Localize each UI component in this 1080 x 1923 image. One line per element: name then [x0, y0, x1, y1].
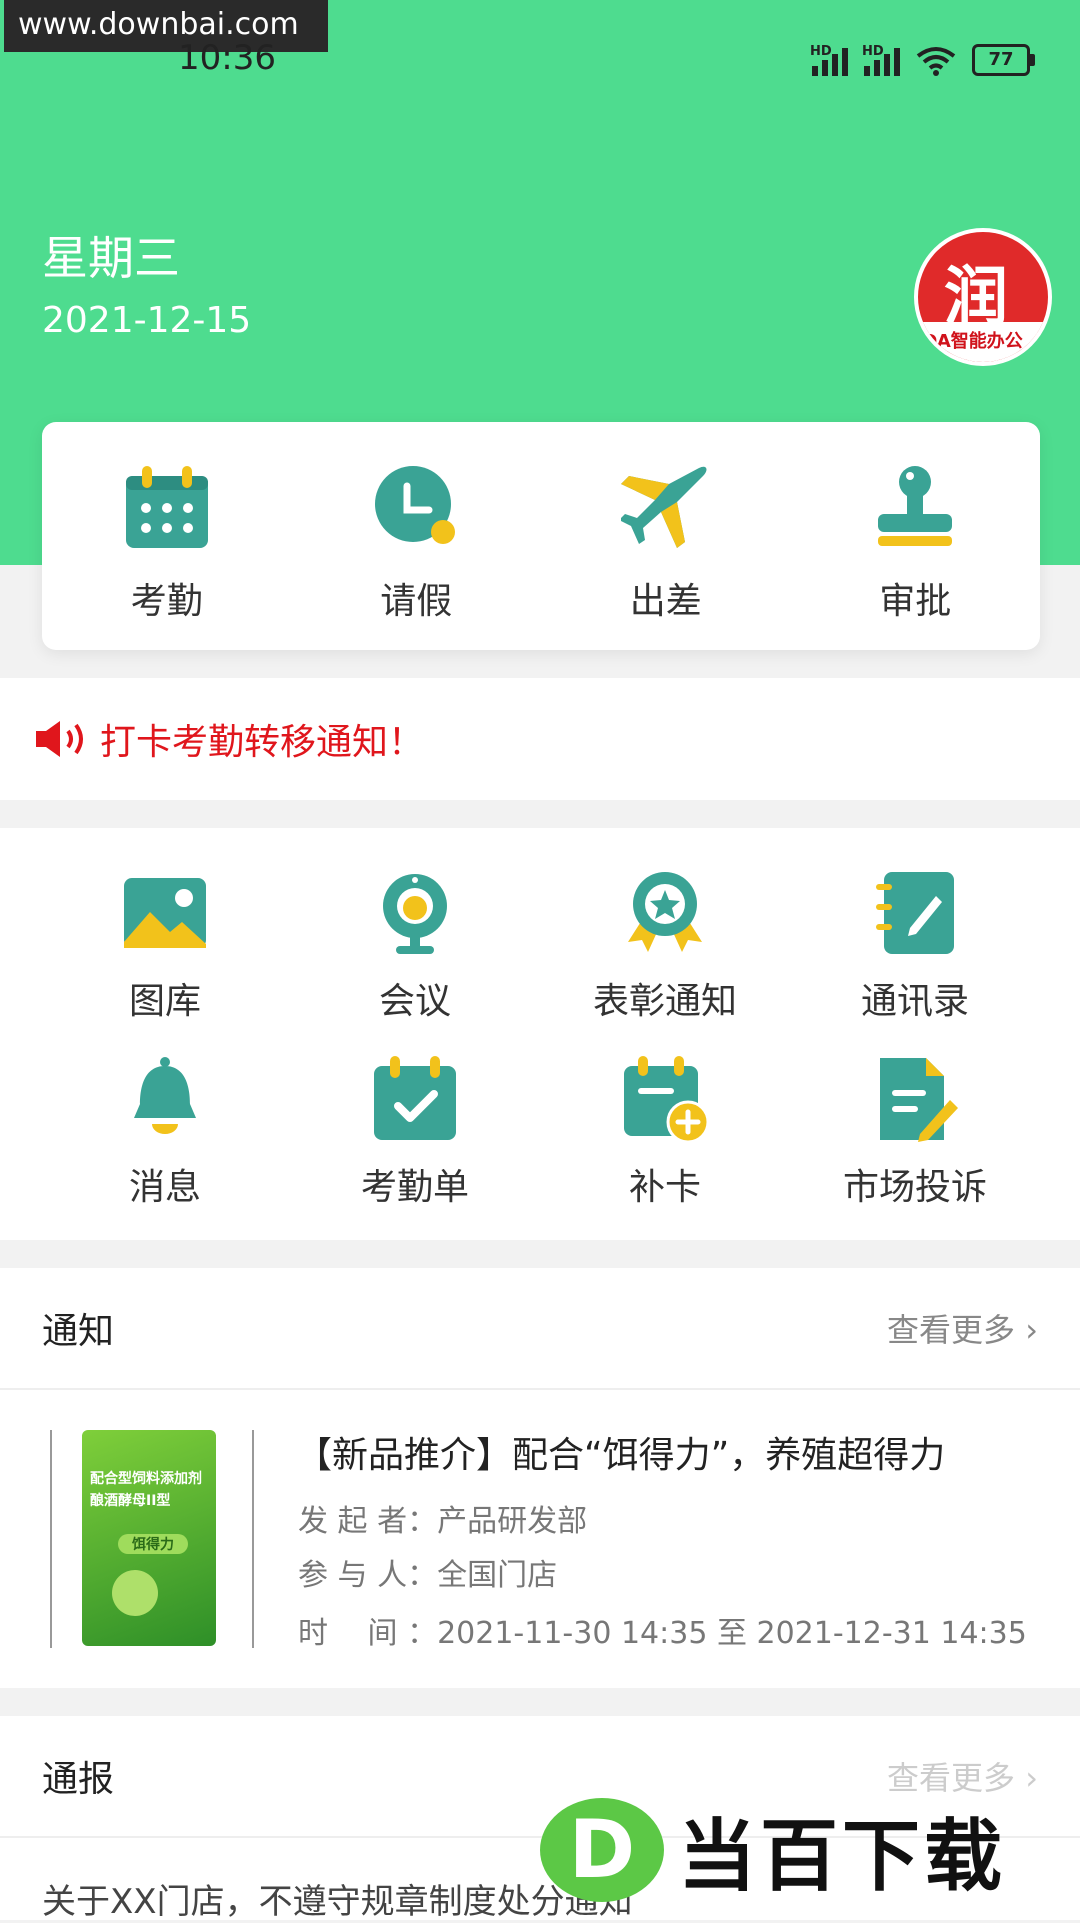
chevron-right-icon: › [1025, 1311, 1038, 1349]
document-edit-icon [880, 1058, 958, 1142]
app-label: 补卡 [628, 1167, 701, 1208]
chevron-right-icon: › [1025, 1759, 1038, 1797]
quick-action-leave[interactable]: 请假 [292, 422, 542, 650]
quick-action-label: 审批 [879, 581, 952, 622]
stamp-icon [878, 466, 953, 546]
brand-logo-icon: D [540, 1798, 664, 1902]
quick-action-attendance[interactable]: 考勤 [42, 422, 292, 650]
airplane-icon [620, 466, 707, 548]
app-attendance-sheet[interactable]: 考勤单 [290, 1054, 540, 1222]
app-grid-panel: 图库 会议 表彰通知 通讯录 消息 考勤单 补卡 市场投诉 [0, 828, 1080, 1240]
notice-item[interactable]: 配合型饲料添加剂 酿酒酵母II型 饵得力 【新品推介】配合“饵得力”，养殖超得力… [0, 1390, 1080, 1690]
app-label: 图库 [128, 981, 201, 1022]
app-label: 消息 [128, 1167, 201, 1208]
wifi-icon [916, 47, 956, 76]
quick-action-label: 考勤 [130, 581, 203, 622]
app-label: 表彰通知 [592, 981, 737, 1022]
quick-action-label: 出差 [629, 581, 702, 622]
announcement-bar[interactable]: 打卡考勤转移通知！ [0, 678, 1080, 800]
app-market-complaint[interactable]: 市场投诉 [790, 1054, 1040, 1222]
award-icon [628, 872, 702, 952]
app-label: 通讯录 [860, 981, 969, 1022]
speaker-icon [36, 721, 83, 757]
notice-participants: 参 与 人：全国门店 [298, 1558, 558, 1593]
app-grid: 图库 会议 表彰通知 通讯录 消息 考勤单 补卡 市场投诉 [0, 828, 1080, 1222]
calendar-add-icon [624, 1056, 710, 1144]
notebook-icon [876, 872, 954, 954]
notice-title: 【新品推介】配合“饵得力”，养殖超得力 [296, 1435, 946, 1476]
weekday-label: 星期三 [42, 231, 180, 285]
notice-time: 时 间 ：2021-11-30 14:35 至 2021-12-31 14:35 [298, 1616, 1027, 1651]
gallery-icon [124, 878, 206, 948]
webcam-icon [383, 874, 447, 954]
app-label: 会议 [378, 981, 451, 1022]
quick-action-approval[interactable]: 审批 [791, 422, 1041, 650]
signal-icon: HD [862, 44, 900, 76]
calendar-check-icon [374, 1056, 456, 1140]
app-meeting[interactable]: 会议 [290, 868, 540, 1036]
app-commendation[interactable]: 表彰通知 [540, 868, 790, 1036]
quick-actions-card: 考勤 请假 出差 审批 [42, 422, 1040, 650]
view-more-link[interactable]: 查看更多 › [887, 1305, 1038, 1351]
app-contacts[interactable]: 通讯录 [790, 868, 1040, 1036]
app-logo: 润 OA智能办公 [914, 228, 1052, 366]
notice-section: 通知 查看更多 › 配合型饲料添加剂 酿酒酵母II型 饵得力 【新品推介】配合“… [0, 1268, 1080, 1688]
announcement-text: 打卡考勤转移通知！ [100, 722, 425, 763]
bell-icon [134, 1057, 196, 1134]
section-title: 通知 [42, 1311, 115, 1352]
product-thumbnail: 配合型饲料添加剂 酿酒酵母II型 饵得力 [50, 1430, 254, 1648]
battery-icon: 77 [972, 44, 1035, 76]
app-gallery[interactable]: 图库 [40, 868, 290, 1036]
status-time: 10:36 [178, 38, 276, 78]
calendar-icon [125, 466, 208, 548]
notice-initiator: 发 起 者：产品研发部 [298, 1504, 588, 1539]
clock-icon [375, 466, 456, 544]
app-label: 考勤单 [360, 1167, 469, 1208]
quick-action-business-trip[interactable]: 出差 [541, 422, 791, 650]
date-label: 2021-12-15 [42, 300, 252, 341]
brand-text: 当百下载 [678, 1812, 1007, 1902]
signal-icon: HD [810, 44, 848, 76]
app-messages[interactable]: 消息 [40, 1054, 290, 1222]
app-label: 市场投诉 [842, 1167, 987, 1208]
app-clock-in-correction[interactable]: 补卡 [540, 1054, 790, 1222]
site-watermark: www.downbai.com [4, 0, 328, 52]
quick-action-label: 请假 [380, 581, 453, 622]
notice-section-header: 通知 查看更多 › [0, 1268, 1080, 1390]
status-icons: HD HD 77 [810, 36, 1035, 76]
view-more-link[interactable]: 查看更多 › [887, 1753, 1038, 1799]
brand-watermark: D 当百下载 [540, 1795, 1060, 1905]
